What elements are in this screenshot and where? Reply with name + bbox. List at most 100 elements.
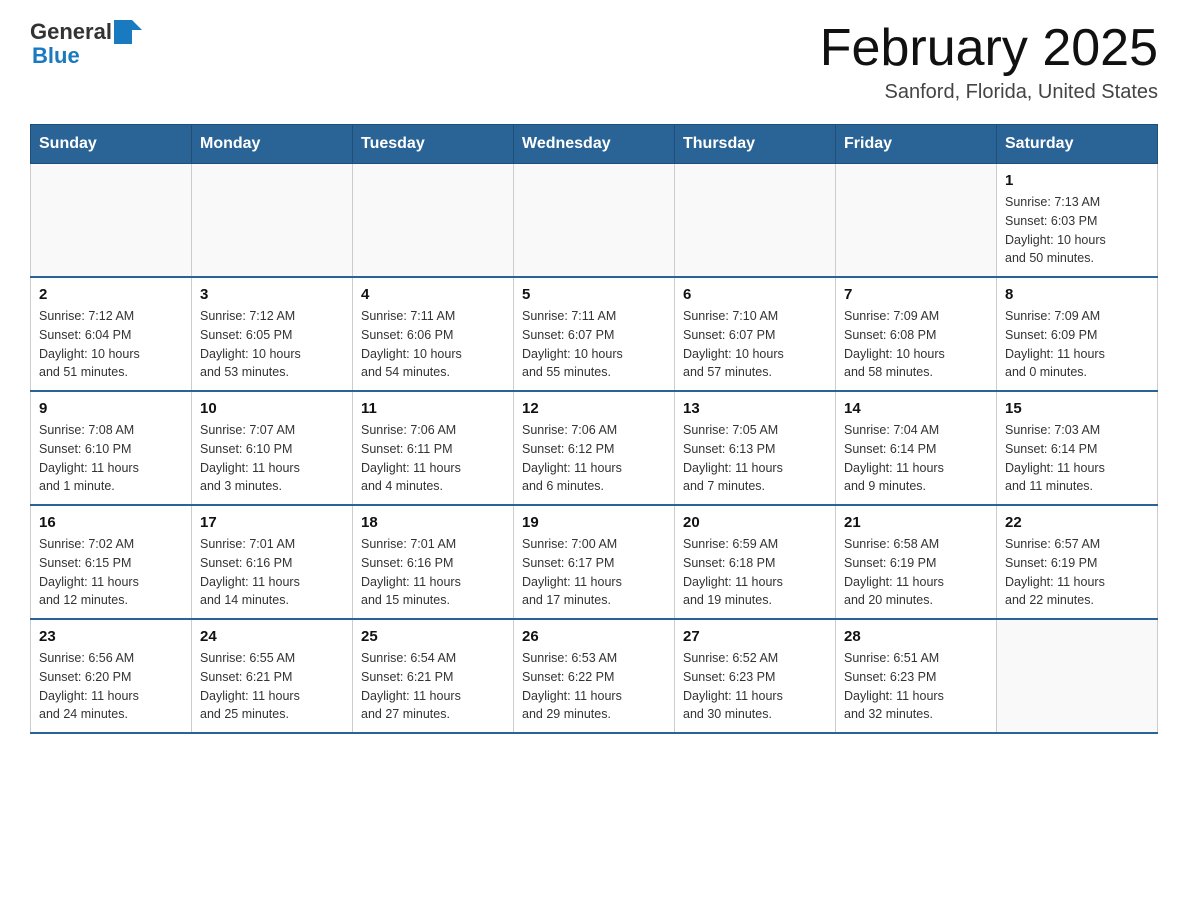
calendar-cell: 6 Sunrise: 7:10 AM Sunset: 6:07 PM Daylig… — [675, 277, 836, 391]
header-friday: Friday — [836, 125, 997, 164]
calendar-week-2: 2Sunrise: 7:12 AM Sunset: 6:04 PM Daylig… — [31, 277, 1158, 391]
day-number: 15 — [1005, 400, 1149, 417]
header-tuesday: Tuesday — [353, 125, 514, 164]
calendar-cell — [997, 619, 1158, 733]
logo-icon — [114, 20, 142, 44]
day-info: Sunrise: 6:53 AM Sunset: 6:22 PM Dayligh… — [522, 649, 666, 724]
day-number: 14 — [844, 400, 988, 417]
calendar-cell: 8 Sunrise: 7:09 AM Sunset: 6:09 PM Daylig… — [997, 277, 1158, 391]
logo: General Blue — [30, 20, 142, 68]
day-info: Sunrise: 7:06 AM Sunset: 6:12 PM Dayligh… — [522, 421, 666, 496]
day-number: 19 — [522, 514, 666, 531]
day-number: 25 — [361, 628, 505, 645]
day-info: Sunrise: 6:51 AM Sunset: 6:23 PM Dayligh… — [844, 649, 988, 724]
calendar-cell: 27 Sunrise: 6:52 AM Sunset: 6:23 PM Dayli… — [675, 619, 836, 733]
day-number: 28 — [844, 628, 988, 645]
calendar-cell: 25 Sunrise: 6:54 AM Sunset: 6:21 PM Dayli… — [353, 619, 514, 733]
day-number: 7 — [844, 286, 988, 303]
calendar-cell: 28 Sunrise: 6:51 AM Sunset: 6:23 PM Dayli… — [836, 619, 997, 733]
day-number: 27 — [683, 628, 827, 645]
calendar-title: February 2025 — [820, 20, 1158, 77]
day-number: 11 — [361, 400, 505, 417]
day-info: Sunrise: 7:02 AM Sunset: 6:15 PM Dayligh… — [39, 535, 183, 610]
calendar-header: Sunday Monday Tuesday Wednesday Thursday… — [31, 125, 1158, 164]
calendar-cell — [675, 164, 836, 278]
calendar-cell: 22 Sunrise: 6:57 AM Sunset: 6:19 PM Dayli… — [997, 505, 1158, 619]
calendar-subtitle: Sanford, Florida, United States — [820, 81, 1158, 104]
calendar-week-1: 1 Sunrise: 7:13 AM Sunset: 6:03 PM Daylig… — [31, 164, 1158, 278]
calendar-cell: 13 Sunrise: 7:05 AM Sunset: 6:13 PM Dayli… — [675, 391, 836, 505]
day-info: Sunrise: 7:00 AM Sunset: 6:17 PM Dayligh… — [522, 535, 666, 610]
day-info: Sunrise: 7:10 AM Sunset: 6:07 PM Dayligh… — [683, 307, 827, 382]
day-info: Sunrise: 7:01 AM Sunset: 6:16 PM Dayligh… — [361, 535, 505, 610]
page-header: General Blue February 2025 Sanford, Flor… — [30, 20, 1158, 104]
day-number: 8 — [1005, 286, 1149, 303]
day-number: 9 — [39, 400, 183, 417]
day-info: Sunrise: 6:56 AM Sunset: 6:20 PM Dayligh… — [39, 649, 183, 724]
header-wednesday: Wednesday — [514, 125, 675, 164]
calendar-cell: 1 Sunrise: 7:13 AM Sunset: 6:03 PM Daylig… — [997, 164, 1158, 278]
calendar-week-5: 23 Sunrise: 6:56 AM Sunset: 6:20 PM Dayli… — [31, 619, 1158, 733]
calendar-cell: 12Sunrise: 7:06 AM Sunset: 6:12 PM Dayli… — [514, 391, 675, 505]
calendar-cell: 5Sunrise: 7:11 AM Sunset: 6:07 PM Daylig… — [514, 277, 675, 391]
day-info: Sunrise: 7:07 AM Sunset: 6:10 PM Dayligh… — [200, 421, 344, 496]
day-info: Sunrise: 7:09 AM Sunset: 6:09 PM Dayligh… — [1005, 307, 1149, 382]
day-number: 17 — [200, 514, 344, 531]
calendar-cell: 9 Sunrise: 7:08 AM Sunset: 6:10 PM Daylig… — [31, 391, 192, 505]
day-number: 16 — [39, 514, 183, 531]
calendar-cell: 20Sunrise: 6:59 AM Sunset: 6:18 PM Dayli… — [675, 505, 836, 619]
title-block: February 2025 Sanford, Florida, United S… — [820, 20, 1158, 104]
day-info: Sunrise: 7:06 AM Sunset: 6:11 PM Dayligh… — [361, 421, 505, 496]
calendar-cell: 2Sunrise: 7:12 AM Sunset: 6:04 PM Daylig… — [31, 277, 192, 391]
calendar-cell: 14Sunrise: 7:04 AM Sunset: 6:14 PM Dayli… — [836, 391, 997, 505]
day-info: Sunrise: 7:13 AM Sunset: 6:03 PM Dayligh… — [1005, 193, 1149, 268]
day-number: 10 — [200, 400, 344, 417]
day-info: Sunrise: 7:09 AM Sunset: 6:08 PM Dayligh… — [844, 307, 988, 382]
calendar-cell: 10 Sunrise: 7:07 AM Sunset: 6:10 PM Dayli… — [192, 391, 353, 505]
day-info: Sunrise: 7:03 AM Sunset: 6:14 PM Dayligh… — [1005, 421, 1149, 496]
calendar-cell: 23 Sunrise: 6:56 AM Sunset: 6:20 PM Dayli… — [31, 619, 192, 733]
day-info: Sunrise: 7:08 AM Sunset: 6:10 PM Dayligh… — [39, 421, 183, 496]
day-number: 13 — [683, 400, 827, 417]
day-number: 6 — [683, 286, 827, 303]
calendar-cell — [353, 164, 514, 278]
calendar-week-4: 16 Sunrise: 7:02 AM Sunset: 6:15 PM Dayli… — [31, 505, 1158, 619]
day-number: 18 — [361, 514, 505, 531]
calendar-cell: 15 Sunrise: 7:03 AM Sunset: 6:14 PM Dayli… — [997, 391, 1158, 505]
calendar-cell: 4Sunrise: 7:11 AM Sunset: 6:06 PM Daylig… — [353, 277, 514, 391]
day-number: 5 — [522, 286, 666, 303]
calendar-cell — [836, 164, 997, 278]
calendar-cell: 18 Sunrise: 7:01 AM Sunset: 6:16 PM Dayli… — [353, 505, 514, 619]
day-number: 26 — [522, 628, 666, 645]
day-info: Sunrise: 6:58 AM Sunset: 6:19 PM Dayligh… — [844, 535, 988, 610]
header-row: Sunday Monday Tuesday Wednesday Thursday… — [31, 125, 1158, 164]
calendar-cell: 11 Sunrise: 7:06 AM Sunset: 6:11 PM Dayli… — [353, 391, 514, 505]
calendar-cell: 19 Sunrise: 7:00 AM Sunset: 6:17 PM Dayli… — [514, 505, 675, 619]
calendar-cell — [31, 164, 192, 278]
header-monday: Monday — [192, 125, 353, 164]
calendar-cell: 16 Sunrise: 7:02 AM Sunset: 6:15 PM Dayli… — [31, 505, 192, 619]
day-number: 23 — [39, 628, 183, 645]
day-info: Sunrise: 7:01 AM Sunset: 6:16 PM Dayligh… — [200, 535, 344, 610]
calendar-week-3: 9 Sunrise: 7:08 AM Sunset: 6:10 PM Daylig… — [31, 391, 1158, 505]
day-number: 24 — [200, 628, 344, 645]
day-info: Sunrise: 6:54 AM Sunset: 6:21 PM Dayligh… — [361, 649, 505, 724]
header-thursday: Thursday — [675, 125, 836, 164]
logo-general-text: General — [30, 20, 112, 44]
day-info: Sunrise: 6:55 AM Sunset: 6:21 PM Dayligh… — [200, 649, 344, 724]
calendar-cell: 24 Sunrise: 6:55 AM Sunset: 6:21 PM Dayli… — [192, 619, 353, 733]
day-number: 22 — [1005, 514, 1149, 531]
day-number: 1 — [1005, 172, 1149, 189]
calendar-cell: 17 Sunrise: 7:01 AM Sunset: 6:16 PM Dayli… — [192, 505, 353, 619]
calendar-cell — [192, 164, 353, 278]
day-info: Sunrise: 7:05 AM Sunset: 6:13 PM Dayligh… — [683, 421, 827, 496]
logo-blue-text: Blue — [32, 44, 142, 68]
day-info: Sunrise: 6:52 AM Sunset: 6:23 PM Dayligh… — [683, 649, 827, 724]
day-info: Sunrise: 7:12 AM Sunset: 6:04 PM Dayligh… — [39, 307, 183, 382]
header-sunday: Sunday — [31, 125, 192, 164]
calendar-cell: 21 Sunrise: 6:58 AM Sunset: 6:19 PM Dayli… — [836, 505, 997, 619]
calendar-cell: 3Sunrise: 7:12 AM Sunset: 6:05 PM Daylig… — [192, 277, 353, 391]
day-info: Sunrise: 6:57 AM Sunset: 6:19 PM Dayligh… — [1005, 535, 1149, 610]
calendar-cell — [514, 164, 675, 278]
day-number: 21 — [844, 514, 988, 531]
